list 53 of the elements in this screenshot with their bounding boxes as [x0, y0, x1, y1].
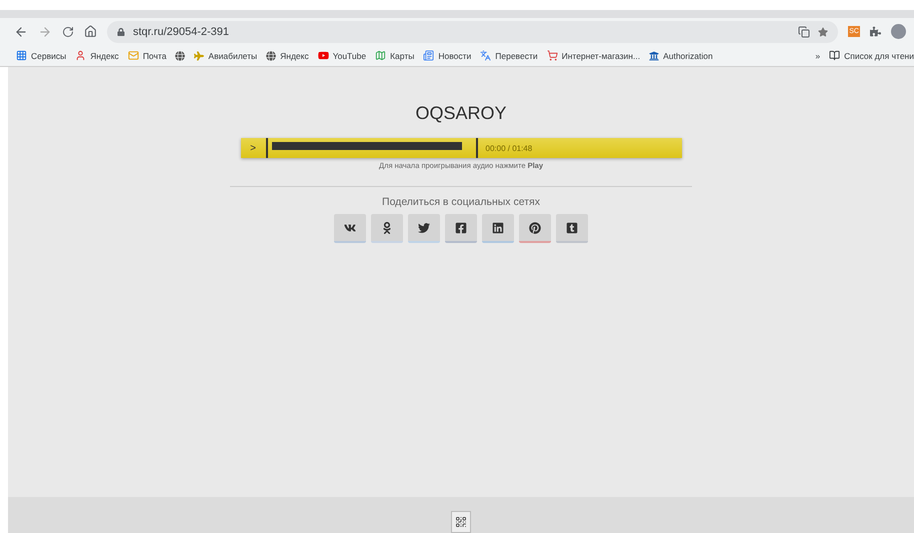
- bookmark[interactable]: Авиабилеты: [194, 50, 258, 60]
- qr-code-icon: [455, 516, 467, 528]
- bookmark[interactable]: Перевести: [480, 50, 538, 61]
- bookmark[interactable]: Яндекс: [266, 50, 309, 60]
- reading-list-button[interactable]: Список для чтени: [829, 50, 914, 61]
- newspaper-icon: [423, 50, 434, 61]
- cart-icon: [546, 50, 558, 61]
- bookmark[interactable]: Карты: [375, 50, 414, 61]
- share-button[interactable]: [482, 214, 514, 243]
- airplane-icon: [194, 50, 204, 60]
- bookmark[interactable]: Яндекс: [75, 50, 119, 61]
- globe-icon: [175, 50, 186, 60]
- bookmark[interactable]: Интернет-магазин...: [546, 50, 640, 61]
- home-icon[interactable]: [84, 25, 97, 38]
- bookmark[interactable]: YouTube: [318, 50, 366, 61]
- puzzle-icon[interactable]: [870, 26, 881, 37]
- building-icon: [649, 50, 660, 60]
- translate-icon: [480, 50, 492, 61]
- map-icon: [375, 50, 386, 61]
- share-button[interactable]: [334, 214, 366, 243]
- share-button[interactable]: [371, 214, 403, 243]
- avatar-icon[interactable]: [891, 24, 906, 39]
- grid-icon: [16, 50, 27, 61]
- lock-icon: [117, 28, 125, 36]
- reload-icon[interactable]: [62, 26, 74, 38]
- bird-icon: [418, 222, 430, 234]
- letters-icon: [344, 222, 356, 234]
- bookmark[interactable]: Почта: [128, 50, 166, 61]
- page-title: OQSAROY: [415, 103, 507, 124]
- time-text: 00:00 / 01:48: [486, 144, 532, 152]
- figure-icon: [381, 222, 393, 234]
- star-icon[interactable]: [818, 26, 828, 36]
- bookmark[interactable]: Сервисы: [16, 50, 66, 61]
- share-button[interactable]: [556, 214, 588, 243]
- book-icon: [829, 50, 840, 61]
- envelope-icon: [128, 50, 139, 61]
- address-bar[interactable]: stqr.ru/29054-2-391: [107, 20, 838, 42]
- back-icon[interactable]: [14, 24, 28, 38]
- url-text: stqr.ru/29054-2-391: [133, 26, 230, 38]
- qr-button[interactable]: [451, 511, 471, 533]
- globe-icon: [266, 50, 276, 60]
- person-icon: [75, 50, 86, 61]
- share-button[interactable]: [408, 214, 440, 243]
- play-icon: [318, 50, 329, 61]
- share-button[interactable]: [445, 214, 477, 243]
- bookmark[interactable]: [175, 50, 186, 60]
- bookmark[interactable]: Новости: [423, 50, 472, 61]
- share-title: Поделиться в социальных сетях: [382, 196, 540, 208]
- pages-icon[interactable]: [798, 26, 810, 38]
- bookmark[interactable]: Authorization: [649, 50, 713, 60]
- share-button[interactable]: [519, 214, 551, 243]
- overflow-button[interactable]: »: [815, 50, 820, 60]
- play-button[interactable]: >: [240, 138, 268, 158]
